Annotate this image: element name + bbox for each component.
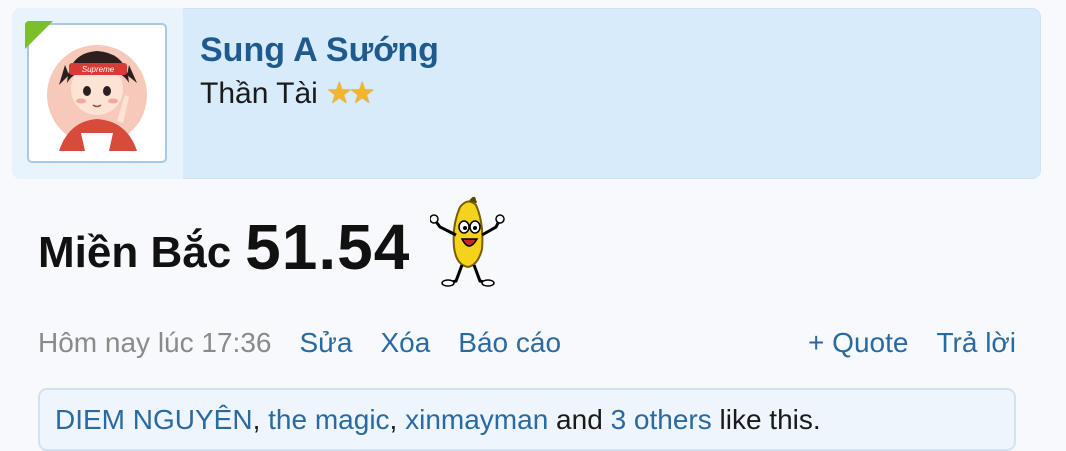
likes-others-link[interactable]: 3 others bbox=[611, 404, 712, 436]
post-actions-right: + Quote Trả lời bbox=[808, 327, 1016, 359]
avatar-container: Supreme bbox=[12, 8, 183, 179]
delete-link[interactable]: Xóa bbox=[380, 327, 430, 359]
liker-link[interactable]: the magic bbox=[268, 404, 389, 436]
username-link[interactable]: Sung A Sướng bbox=[200, 31, 439, 70]
likes-suffix-text: like this. bbox=[711, 403, 821, 435]
likes-separator: , bbox=[252, 403, 269, 435]
reply-button[interactable]: Trả lời bbox=[936, 327, 1016, 359]
post-region-label: Miền Bắc bbox=[38, 228, 232, 277]
user-title-text: Thần Tài bbox=[200, 77, 318, 110]
post-timestamp[interactable]: Hôm nay lúc 17:36 bbox=[38, 327, 271, 359]
report-link[interactable]: Báo cáo bbox=[458, 327, 561, 359]
dancing-banana-icon bbox=[429, 194, 506, 294]
post-content: Miền Bắc 51.54 bbox=[38, 194, 506, 287]
star-icon: ★ bbox=[348, 77, 376, 110]
avatar-text: Supreme bbox=[82, 65, 115, 74]
liker-link[interactable]: DIEM NGUYÊN bbox=[55, 404, 253, 436]
likes-summary: DIEM NGUYÊN, the magic, xinmayman and 3 … bbox=[38, 388, 1016, 451]
user-info-card: Supreme Sung A Sướng Thần Tài ★ ★ bbox=[12, 8, 1041, 179]
rank-stars: ★ ★ bbox=[326, 79, 376, 109]
post-actions-bar: Hôm nay lúc 17:36 Sửa Xóa Báo cáo + Quot… bbox=[38, 325, 1016, 361]
liker-link[interactable]: xinmayman bbox=[405, 404, 548, 436]
online-status-indicator bbox=[25, 21, 53, 49]
likes-separator: , bbox=[389, 403, 406, 435]
post-number: 51.54 bbox=[245, 211, 411, 283]
edit-link[interactable]: Sửa bbox=[299, 327, 352, 359]
likes-and-text: and bbox=[548, 403, 611, 435]
quote-button[interactable]: + Quote bbox=[808, 327, 908, 359]
user-rank: Thần Tài ★ ★ bbox=[200, 77, 376, 111]
